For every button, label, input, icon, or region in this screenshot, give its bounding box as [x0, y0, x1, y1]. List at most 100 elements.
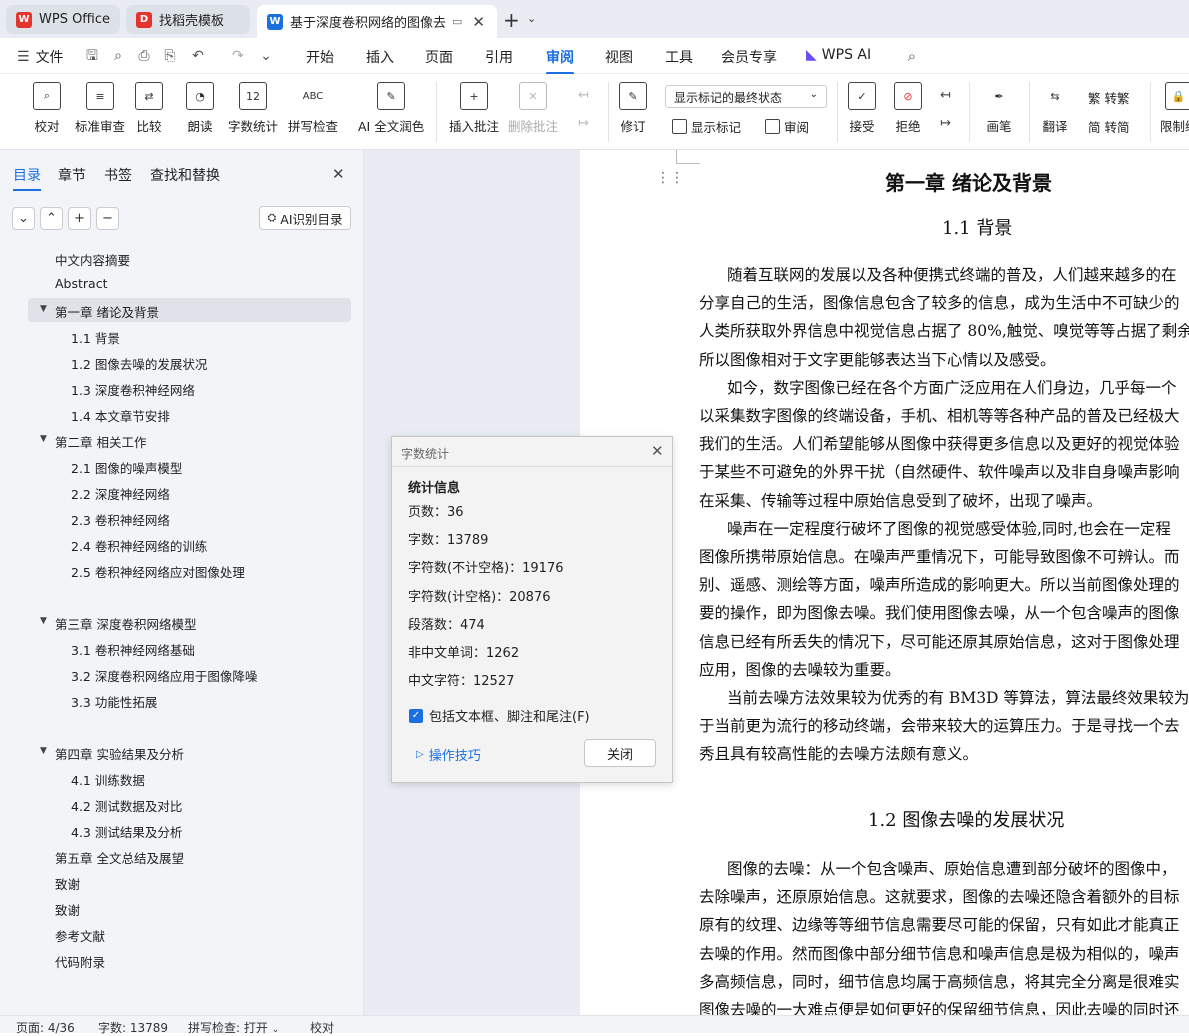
- tab-wps-office[interactable]: W WPS Office: [6, 5, 120, 34]
- review-pane-button[interactable]: 审阅: [765, 117, 809, 136]
- expand-arrow-icon[interactable]: ▼: [40, 616, 47, 626]
- tips-link[interactable]: ▷ 操作技巧: [416, 745, 481, 764]
- print-icon[interactable]: ⎙: [136, 48, 152, 64]
- next-comment-icon[interactable]: ↦: [578, 116, 589, 131]
- to-traditional-button[interactable]: 繁转繁: [1088, 88, 1130, 107]
- accept-button[interactable]: ✓ 接受: [848, 82, 876, 135]
- toc-item[interactable]: 第三章 深度卷积网络模型: [55, 614, 196, 633]
- toc-item[interactable]: 参考文献: [55, 926, 105, 945]
- expand-arrow-icon[interactable]: ▼: [40, 434, 47, 444]
- menu-reference[interactable]: 引用: [485, 47, 513, 67]
- toc-item[interactable]: 4.2 测试数据及对比: [71, 796, 182, 815]
- collapse-icon[interactable]: ⌃: [40, 207, 63, 230]
- paragraph-line: 别、遥感、测绘等方面，噪声所造成的影响更大。所以当前图像处理的: [699, 576, 1180, 595]
- print-preview-icon[interactable]: ⎘: [162, 48, 178, 64]
- ai-toc-button[interactable]: ⛭ AI识别目录: [259, 206, 351, 230]
- show-markup-button[interactable]: 显示标记: [672, 117, 741, 136]
- toc-item[interactable]: 4.3 测试结果及分析: [71, 822, 182, 841]
- toc-item[interactable]: 3.3 功能性拓展: [71, 692, 157, 711]
- translate-button[interactable]: ⇆ 翻译: [1041, 82, 1069, 135]
- prev-comment-icon[interactable]: ↤: [578, 88, 589, 103]
- prev-change-icon[interactable]: ↤: [940, 88, 951, 103]
- toc-item[interactable]: 1.1 背景: [71, 328, 120, 347]
- toc-item[interactable]: 2.1 图像的噪声模型: [71, 458, 182, 477]
- tab-bar: W WPS Office D 找稻壳模板 W 基于深度卷积网络的图像去噪 ▭ ✕…: [0, 0, 1189, 38]
- ai-polish-button[interactable]: ✎ AI 全文润色: [358, 82, 424, 135]
- remove-icon[interactable]: −: [96, 207, 119, 230]
- search-icon[interactable]: ⌕: [904, 48, 920, 64]
- file-menu[interactable]: ☰ 文件: [17, 47, 64, 67]
- word-count-button[interactable]: 12 字数统计: [228, 82, 278, 135]
- tab-find-replace[interactable]: 查找和替换: [150, 165, 220, 185]
- toc-item[interactable]: 2.5 卷积神经网络应对图像处理: [71, 562, 245, 581]
- chevron-down-icon[interactable]: ⌄: [527, 12, 536, 25]
- tab-bookmarks[interactable]: 书签: [104, 165, 132, 185]
- toc-item[interactable]: 3.2 深度卷积网络应用于图像降噪: [71, 666, 257, 685]
- next-change-icon[interactable]: ↦: [940, 116, 951, 131]
- redo-icon[interactable]: ↷: [230, 48, 246, 64]
- tab-docer[interactable]: D 找稻壳模板: [126, 5, 250, 34]
- spell-check-button[interactable]: ABC 拼写检查: [288, 82, 338, 135]
- toc-item[interactable]: 2.3 卷积神经网络: [71, 510, 170, 529]
- expand-arrow-icon[interactable]: ▼: [40, 746, 47, 756]
- insert-comment-button[interactable]: + 插入批注: [449, 82, 499, 135]
- proofread-button[interactable]: ⌕ 校对: [33, 82, 61, 135]
- toc-item[interactable]: 第二章 相关工作: [55, 432, 146, 451]
- toc-item[interactable]: 2.4 卷积神经网络的训练: [71, 536, 207, 555]
- expand-arrow-icon[interactable]: ▼: [40, 304, 47, 314]
- standard-review-button[interactable]: ≡ 标准审查: [75, 82, 125, 135]
- compare-button[interactable]: ⇄ 比较: [135, 82, 163, 135]
- delete-comment-button[interactable]: ✕ 删除批注: [508, 82, 558, 135]
- menu-start[interactable]: 开始: [306, 47, 334, 67]
- toc-item[interactable]: 3.1 卷积神经网络基础: [71, 640, 195, 659]
- toc-item[interactable]: 4.1 训练数据: [71, 770, 145, 789]
- revise-button[interactable]: ✎ 修订: [619, 82, 647, 135]
- toc-item[interactable]: 1.4 本文章节安排: [71, 406, 170, 425]
- more-chevron-icon[interactable]: ⌄: [258, 48, 274, 64]
- toc-item[interactable]: 2.2 深度神经网络: [71, 484, 170, 503]
- export-icon[interactable]: ⌕: [110, 48, 126, 64]
- tab-document[interactable]: W 基于深度卷积网络的图像去噪 ▭ ✕: [257, 5, 497, 38]
- tab-toc[interactable]: 目录: [13, 165, 41, 191]
- word-count-indicator[interactable]: 字数: 13789: [98, 1019, 168, 1036]
- page-indicator[interactable]: 页面: 4/36: [16, 1019, 75, 1036]
- toc-item[interactable]: 中文内容摘要: [55, 250, 130, 269]
- menu-review[interactable]: 审阅: [546, 47, 574, 75]
- toc-item[interactable]: 第四章 实验结果及分析: [55, 744, 184, 763]
- tab-chapters[interactable]: 章节: [58, 165, 86, 185]
- include-textbox-checkbox[interactable]: ✓ 包括文本框、脚注和尾注(F): [409, 706, 590, 725]
- toc-item[interactable]: 1.2 图像去噪的发展状况: [71, 354, 207, 373]
- menu-insert[interactable]: 插入: [366, 47, 394, 67]
- restrict-edit-button[interactable]: 🔒 限制编: [1160, 82, 1189, 135]
- close-icon[interactable]: ✕: [332, 165, 345, 183]
- menu-tools[interactable]: 工具: [665, 47, 693, 67]
- markup-display-select[interactable]: 显示标记的最终状态 ⌄: [665, 85, 827, 108]
- drag-handle-icon[interactable]: ⋮⋮: [656, 170, 684, 186]
- toc-item[interactable]: 致谢: [55, 874, 80, 893]
- to-simplified-button[interactable]: 简转简: [1088, 117, 1130, 136]
- toc-item[interactable]: 致谢: [55, 900, 80, 919]
- pen-button[interactable]: ✒ 画笔: [985, 82, 1013, 135]
- monitor-icon[interactable]: ▭: [452, 15, 462, 28]
- expand-icon[interactable]: ⌄: [12, 207, 35, 230]
- spell-check-indicator[interactable]: 拼写检查: 打开 ⌄: [188, 1019, 279, 1036]
- toc-item[interactable]: 第一章 绪论及背景: [55, 302, 159, 321]
- undo-icon[interactable]: ↶: [190, 48, 206, 64]
- menu-wps-ai[interactable]: ◣ WPS AI: [806, 47, 871, 63]
- save-icon[interactable]: 🖫: [84, 48, 100, 64]
- close-icon[interactable]: ✕: [472, 13, 485, 31]
- close-icon[interactable]: ✕: [651, 442, 664, 460]
- toc-item[interactable]: 代码附录: [55, 952, 105, 971]
- proofread-indicator[interactable]: 校对: [310, 1019, 334, 1036]
- reject-button[interactable]: ⊘ 拒绝: [894, 82, 922, 135]
- toc-item[interactable]: 第五章 全文总结及展望: [55, 848, 184, 867]
- add-icon[interactable]: +: [68, 207, 91, 230]
- toc-item[interactable]: Abstract: [55, 276, 107, 291]
- toc-item[interactable]: 1.3 深度卷积神经网络: [71, 380, 195, 399]
- menu-member[interactable]: 会员专享: [721, 47, 777, 67]
- menu-page[interactable]: 页面: [425, 47, 453, 67]
- menu-view[interactable]: 视图: [605, 47, 633, 67]
- close-button[interactable]: 关闭: [584, 739, 656, 767]
- read-aloud-button[interactable]: ◔ 朗读: [186, 82, 214, 135]
- new-tab-icon[interactable]: +: [503, 8, 520, 32]
